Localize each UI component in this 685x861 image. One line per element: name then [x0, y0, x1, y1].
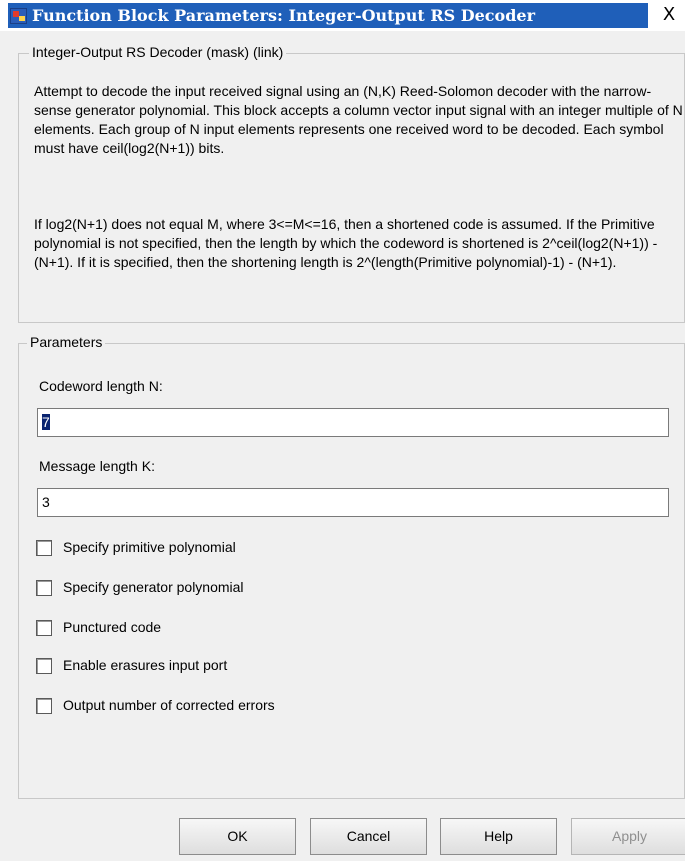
message-length-input[interactable]: 3: [37, 488, 669, 517]
codeword-length-label: Codeword length N:: [39, 378, 163, 394]
dialog-window: Function Block Parameters: Integer-Outpu…: [0, 0, 685, 861]
window-title: Function Block Parameters: Integer-Outpu…: [8, 3, 648, 28]
message-length-label: Message length K:: [39, 458, 155, 474]
enable-erasures-input-port-checkbox[interactable]: [36, 658, 52, 674]
codeword-length-input[interactable]: 7: [37, 408, 669, 437]
ok-button[interactable]: OK: [179, 818, 296, 855]
description-legend: Integer-Output RS Decoder (mask) (link): [29, 44, 287, 60]
message-length-value: 3: [42, 494, 50, 510]
specify-primitive-polynomial-label: Specify primitive polynomial: [63, 539, 236, 555]
output-number-of-corrected-errors-label: Output number of corrected errors: [63, 697, 275, 713]
description-paragraph-1: Attempt to decode the input received sig…: [34, 83, 683, 156]
output-number-of-corrected-errors-checkbox[interactable]: [36, 698, 52, 714]
help-button[interactable]: Help: [440, 818, 557, 855]
description-group: Integer-Output RS Decoder (mask) (link) …: [18, 44, 685, 323]
specify-generator-polynomial-checkbox[interactable]: [36, 580, 52, 596]
punctured-code-label: Punctured code: [63, 619, 162, 635]
close-button[interactable]: X: [658, 4, 680, 26]
specify-primitive-polynomial-checkbox[interactable]: [36, 540, 52, 556]
cancel-button[interactable]: Cancel: [310, 818, 427, 855]
apply-button[interactable]: Apply: [571, 818, 685, 855]
punctured-code-checkbox[interactable]: [36, 620, 52, 636]
description-paragraph-2: If log2(N+1) does not equal M, where 3<=…: [34, 216, 658, 270]
parameters-legend: Parameters: [27, 334, 106, 350]
simulink-block-icon: [10, 8, 27, 24]
title-bar[interactable]: Function Block Parameters: Integer-Outpu…: [0, 0, 685, 31]
enable-erasures-input-port-label: Enable erasures input port: [63, 657, 228, 673]
codeword-length-value: 7: [42, 414, 50, 430]
specify-generator-polynomial-label: Specify generator polynomial: [63, 579, 244, 595]
